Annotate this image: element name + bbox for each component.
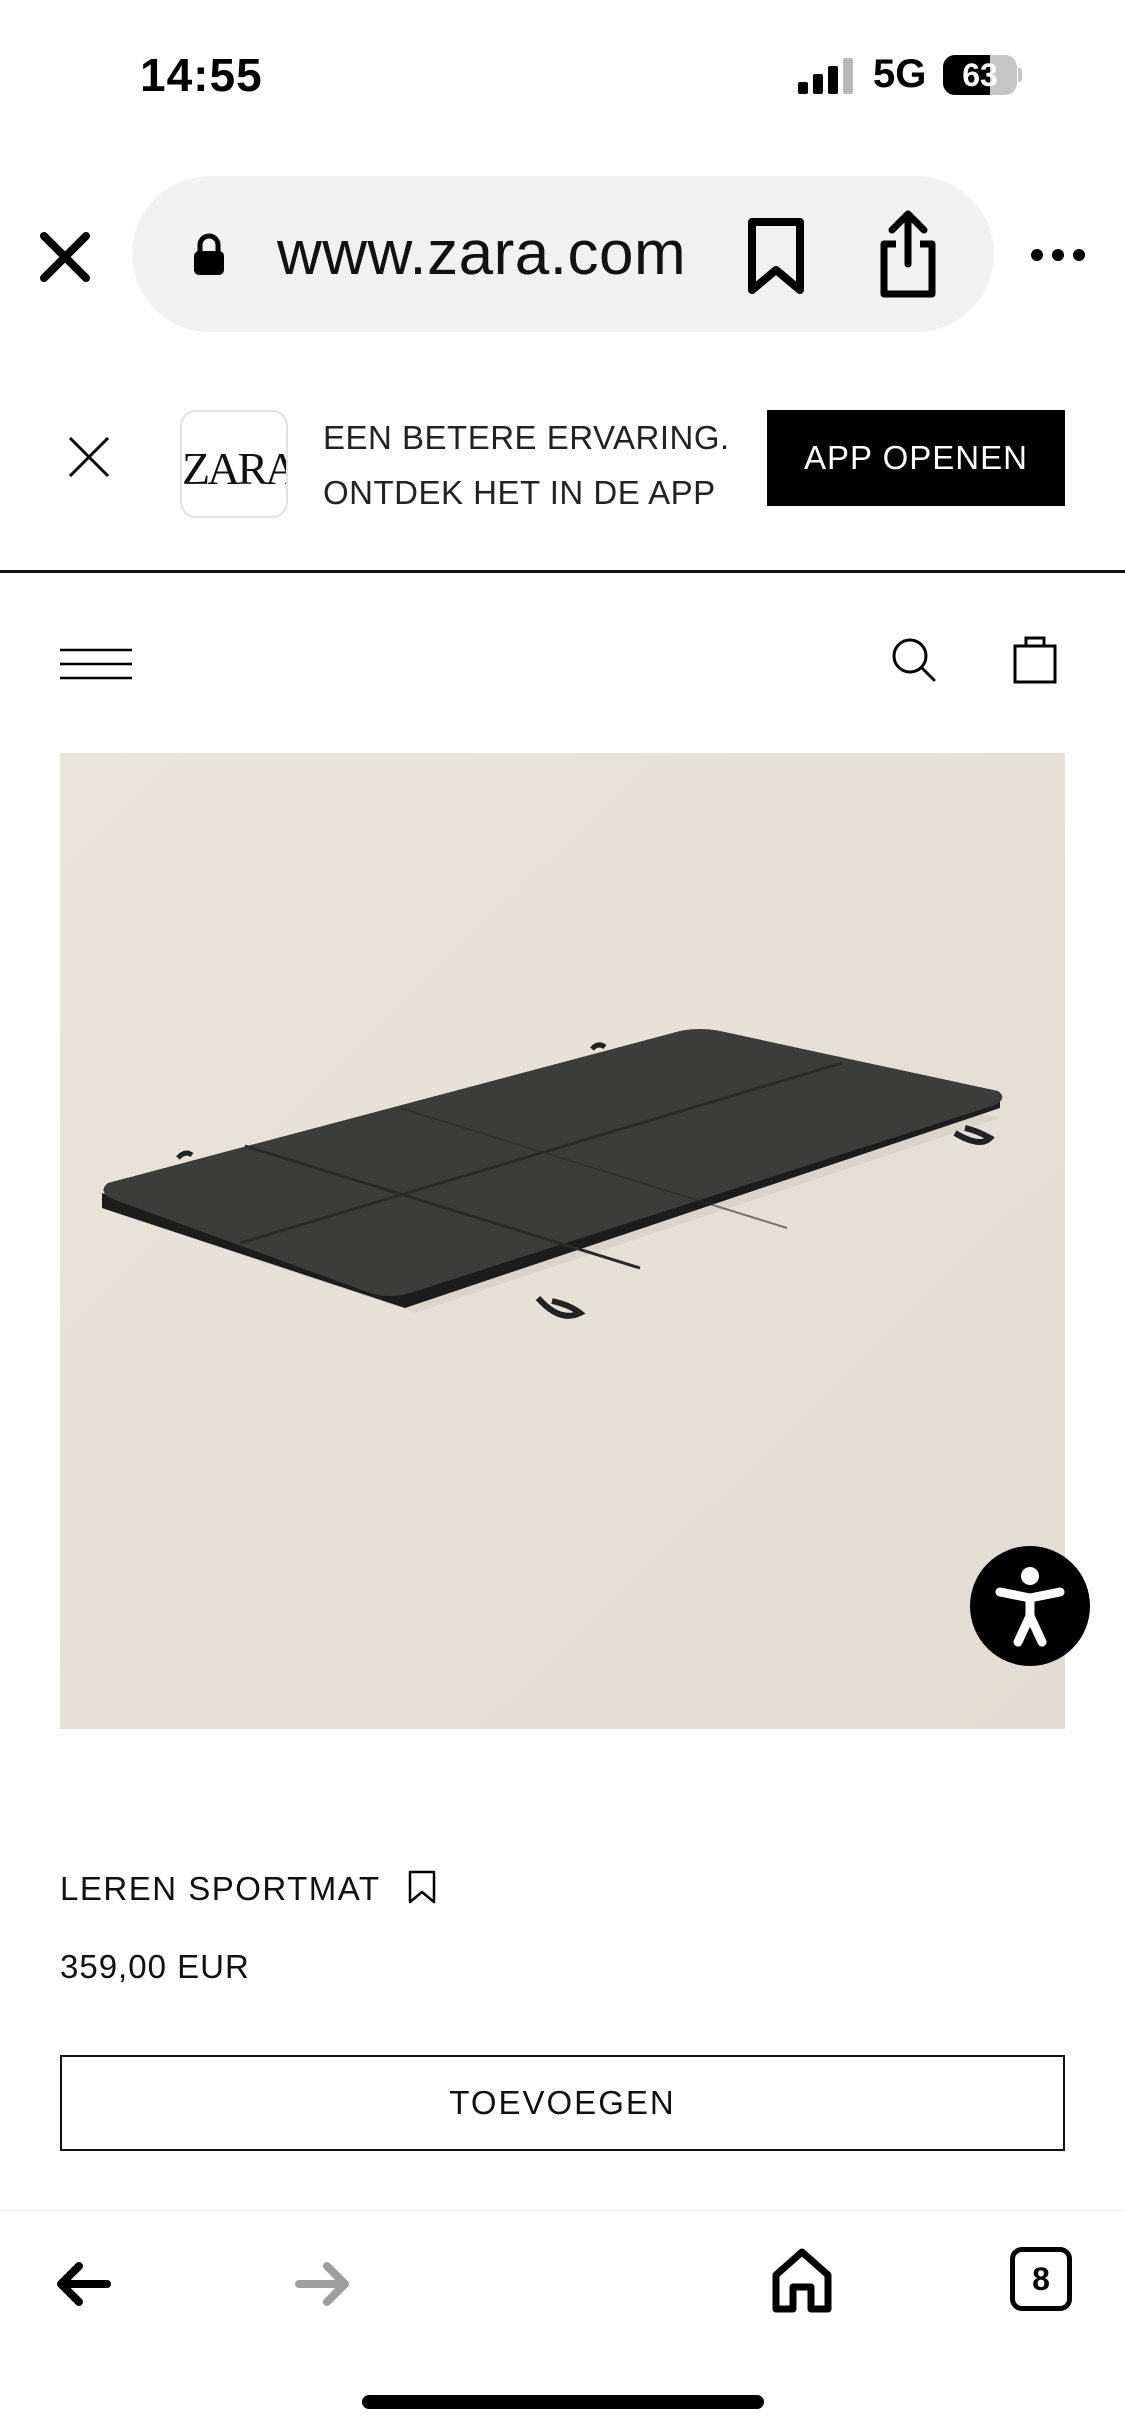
add-to-cart-button[interactable]: TOEVOEGEN	[60, 2055, 1065, 2151]
lock-icon	[194, 233, 224, 275]
bookmark-icon[interactable]	[744, 216, 808, 296]
url-bar[interactable]: www.zara.com	[132, 176, 994, 332]
close-icon[interactable]	[36, 228, 94, 286]
banner-close-icon[interactable]	[66, 434, 112, 480]
accessibility-button[interactable]	[970, 1546, 1090, 1666]
accessibility-icon	[995, 1567, 1065, 1647]
banner-divider	[0, 570, 1125, 573]
product-bookmark-icon[interactable]	[408, 1870, 436, 1904]
shopping-bag-icon[interactable]	[1013, 634, 1057, 684]
signal-icon	[798, 58, 853, 94]
back-arrow-icon[interactable]	[55, 2261, 111, 2307]
home-icon[interactable]	[771, 2247, 833, 2313]
product-name: LEREN SPORTMAT	[60, 1870, 381, 1907]
banner-line-1: EEN BETERE ERVARING.	[323, 419, 730, 456]
tabs-icon[interactable]: 8	[1010, 2247, 1072, 2311]
sport-mat-illustration	[60, 753, 1065, 1729]
open-app-button[interactable]: APP OPENEN	[767, 410, 1065, 506]
battery-icon: 63	[943, 55, 1022, 95]
banner-line-2: ONTDEK HET IN DE APP	[323, 474, 716, 511]
url-text[interactable]: www.zara.com	[277, 218, 686, 290]
product-image[interactable]	[60, 753, 1065, 1729]
zara-app-logo: ZARA	[180, 410, 288, 518]
status-time: 14:55	[140, 49, 263, 101]
more-icon[interactable]	[1030, 240, 1086, 270]
banner-text: EEN BETERE ERVARING. ONTDEK HET IN DE AP…	[323, 410, 763, 520]
share-icon[interactable]	[876, 208, 940, 300]
app-banner: ZARA EEN BETERE ERVARING. ONTDEK HET IN …	[0, 370, 1125, 570]
menu-icon[interactable]	[60, 647, 132, 681]
network-type: 5G	[873, 52, 927, 96]
status-bar: 14:55 5G 63	[0, 0, 1125, 150]
product-price: 359,00 EUR	[60, 1948, 250, 1985]
home-indicator	[362, 2395, 764, 2409]
search-icon[interactable]	[890, 636, 936, 682]
forward-arrow-icon[interactable]	[295, 2261, 351, 2307]
battery-level: 63	[962, 57, 998, 93]
